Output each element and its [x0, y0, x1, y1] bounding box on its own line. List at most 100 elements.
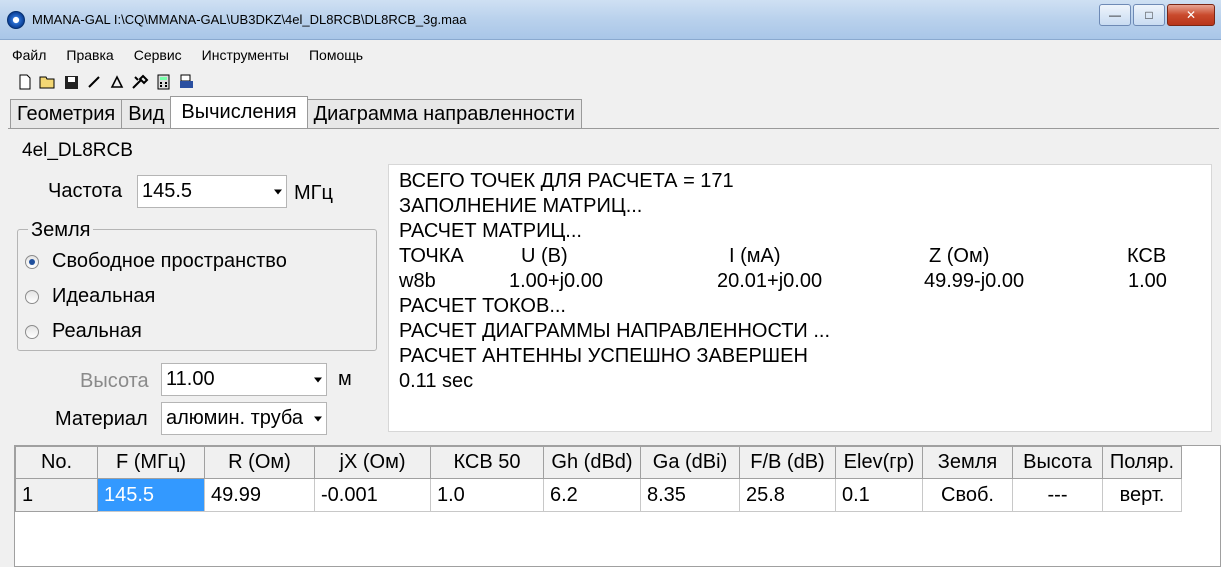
- menu-file[interactable]: Файл: [10, 45, 48, 65]
- radio-label: Реальная: [52, 320, 142, 342]
- log-point: w8b: [399, 270, 436, 292]
- radio-ideal[interactable]: Идеальная: [25, 285, 155, 308]
- cell-freq[interactable]: 145.5: [97, 478, 205, 512]
- cell-r[interactable]: 49.99: [204, 478, 315, 512]
- material-select[interactable]: алюмин. труба: [161, 402, 327, 435]
- cell-height[interactable]: ---: [1012, 478, 1103, 512]
- radio-real[interactable]: Реальная: [25, 320, 142, 343]
- table-header-row: No. F (МГц) R (Ом) jX (Ом) КСВ 50 Gh (dB…: [15, 446, 1182, 479]
- col-jx[interactable]: jX (Ом): [314, 446, 431, 479]
- height-unit: м: [338, 368, 352, 390]
- window-controls: — □ ✕: [1097, 4, 1215, 26]
- antenna-name: 4el_DL8RCB: [22, 140, 133, 161]
- log-header-i: I (мА): [729, 245, 781, 267]
- col-gh[interactable]: Gh (dBd): [543, 446, 641, 479]
- chevron-down-icon[interactable]: [314, 416, 322, 421]
- height-select[interactable]: 11.00: [161, 363, 327, 396]
- tab-calculations[interactable]: Вычисления: [170, 96, 308, 128]
- minimize-button[interactable]: —: [1099, 4, 1131, 26]
- ground-group-title: Земля: [28, 219, 94, 242]
- log-header-row: ТОЧКА U (В) I (мА) Z (Ом) КСВ: [399, 244, 1201, 269]
- title-bar: MMANA-GAL I:\CQ\MMANA-GAL\UB3DKZ\4el_DL8…: [0, 0, 1221, 40]
- cell-elev[interactable]: 0.1: [835, 478, 923, 512]
- open-folder-icon[interactable]: [37, 71, 59, 93]
- log-line: 0.11 sec: [399, 370, 474, 392]
- menu-bar: Файл Правка Сервис Инструменты Помощь: [0, 42, 1221, 68]
- tab-geometry[interactable]: Геометрия: [10, 99, 123, 128]
- col-freq[interactable]: F (МГц): [97, 446, 205, 479]
- cell-no[interactable]: 1: [15, 478, 98, 512]
- new-file-icon[interactable]: [14, 71, 36, 93]
- menu-edit[interactable]: Правка: [64, 45, 115, 65]
- log-line: РАСЧЕТ МАТРИЦ...: [399, 220, 582, 242]
- log-header-z: Z (Ом): [929, 245, 990, 267]
- results-grid[interactable]: No. F (МГц) R (Ом) jX (Ом) КСВ 50 Gh (dB…: [14, 445, 1221, 567]
- col-height[interactable]: Высота: [1012, 446, 1103, 479]
- material-label: Материал: [55, 408, 148, 430]
- menu-help[interactable]: Помощь: [307, 45, 365, 65]
- log-i: 20.01+j0.00: [717, 270, 823, 292]
- tools-icon[interactable]: [129, 71, 151, 93]
- log-line: РАСЧЕТ ДИАГРАММЫ НАПРАВЛЕННОСТИ ...: [399, 320, 831, 342]
- window-title: MMANA-GAL I:\CQ\MMANA-GAL\UB3DKZ\4el_DL8…: [32, 12, 467, 27]
- freq-unit: МГц: [294, 182, 333, 204]
- log-data-row: w8b 1.00+j0.00 20.01+j0.00 49.99-j0.00 1…: [399, 269, 1201, 294]
- line-icon[interactable]: [83, 71, 105, 93]
- toolbar: [0, 70, 1221, 94]
- radio-button[interactable]: [25, 324, 39, 339]
- freq-select[interactable]: 145.5: [137, 175, 287, 208]
- col-ground[interactable]: Земля: [922, 446, 1013, 479]
- freq-label: Частота: [48, 180, 123, 202]
- log-header-point: ТОЧКА: [399, 245, 464, 267]
- tab-strip: Геометрия Вид Вычисления Диаграмма напра…: [10, 96, 582, 128]
- cell-ground[interactable]: Своб.: [922, 478, 1013, 512]
- log-line: РАСЧЕТ АНТЕННЫ УСПЕШНО ЗАВЕРШЕН: [399, 345, 808, 367]
- radio-button[interactable]: [25, 289, 39, 304]
- col-polar[interactable]: Поляр.: [1102, 446, 1182, 479]
- table-row[interactable]: 1 145.5 49.99 -0.001 1.0 6.2 8.35 25.8 0…: [15, 478, 1182, 512]
- menu-tools[interactable]: Инструменты: [200, 45, 291, 65]
- radio-free-space[interactable]: Свободное пространство: [25, 250, 287, 273]
- tab-view[interactable]: Вид: [121, 99, 172, 128]
- log-line: РАСЧЕТ ТОКОВ...: [399, 295, 566, 317]
- material-value: алюмин. труба: [166, 407, 304, 429]
- calculator-icon[interactable]: [152, 71, 174, 93]
- col-ga[interactable]: Ga (dBi): [640, 446, 740, 479]
- col-no[interactable]: No.: [15, 446, 98, 479]
- radio-label: Идеальная: [52, 285, 156, 307]
- chevron-down-icon[interactable]: [274, 189, 282, 194]
- cell-jx[interactable]: -0.001: [314, 478, 431, 512]
- cell-ga[interactable]: 8.35: [640, 478, 740, 512]
- save-icon[interactable]: [60, 71, 82, 93]
- log-line: ЗАПОЛНЕНИЕ МАТРИЦ...: [399, 195, 643, 217]
- cell-swr[interactable]: 1.0: [430, 478, 544, 512]
- print-icon[interactable]: [175, 71, 197, 93]
- app-icon[interactable]: [7, 11, 25, 29]
- tab-pattern[interactable]: Диаграмма направленности: [306, 99, 582, 128]
- chevron-down-icon[interactable]: [314, 377, 322, 382]
- col-elev[interactable]: Elev(гр): [835, 446, 923, 479]
- col-fb[interactable]: F/B (dB): [739, 446, 836, 479]
- log-u: 1.00+j0.00: [509, 270, 603, 292]
- maximize-button[interactable]: □: [1133, 4, 1165, 26]
- triangle-icon[interactable]: [106, 71, 128, 93]
- log-swr: 1.00: [1128, 270, 1167, 292]
- cell-polar[interactable]: верт.: [1102, 478, 1182, 512]
- log-header-u: U (В): [521, 245, 568, 267]
- height-value: 11.00: [166, 368, 215, 390]
- results-table: No. F (МГц) R (Ом) jX (Ом) КСВ 50 Gh (dB…: [15, 446, 1182, 512]
- log-header-swr: КСВ: [1127, 245, 1167, 267]
- radio-button[interactable]: [25, 254, 39, 269]
- menu-service[interactable]: Сервис: [132, 45, 184, 65]
- radio-label: Свободное пространство: [52, 250, 287, 272]
- calc-output-log: ВСЕГО ТОЧЕК ДЛЯ РАСЧЕТА = 171 ЗАПОЛНЕНИЕ…: [388, 164, 1212, 432]
- freq-value: 145.5: [142, 180, 193, 202]
- col-swr[interactable]: КСВ 50: [430, 446, 544, 479]
- col-r[interactable]: R (Ом): [204, 446, 315, 479]
- cell-gh[interactable]: 6.2: [543, 478, 641, 512]
- log-z: 49.99-j0.00: [924, 270, 1025, 292]
- close-button[interactable]: ✕: [1167, 4, 1215, 26]
- log-line: ВСЕГО ТОЧЕК ДЛЯ РАСЧЕТА = 171: [399, 170, 734, 192]
- cell-fb[interactable]: 25.8: [739, 478, 836, 512]
- height-label: Высота: [80, 370, 149, 392]
